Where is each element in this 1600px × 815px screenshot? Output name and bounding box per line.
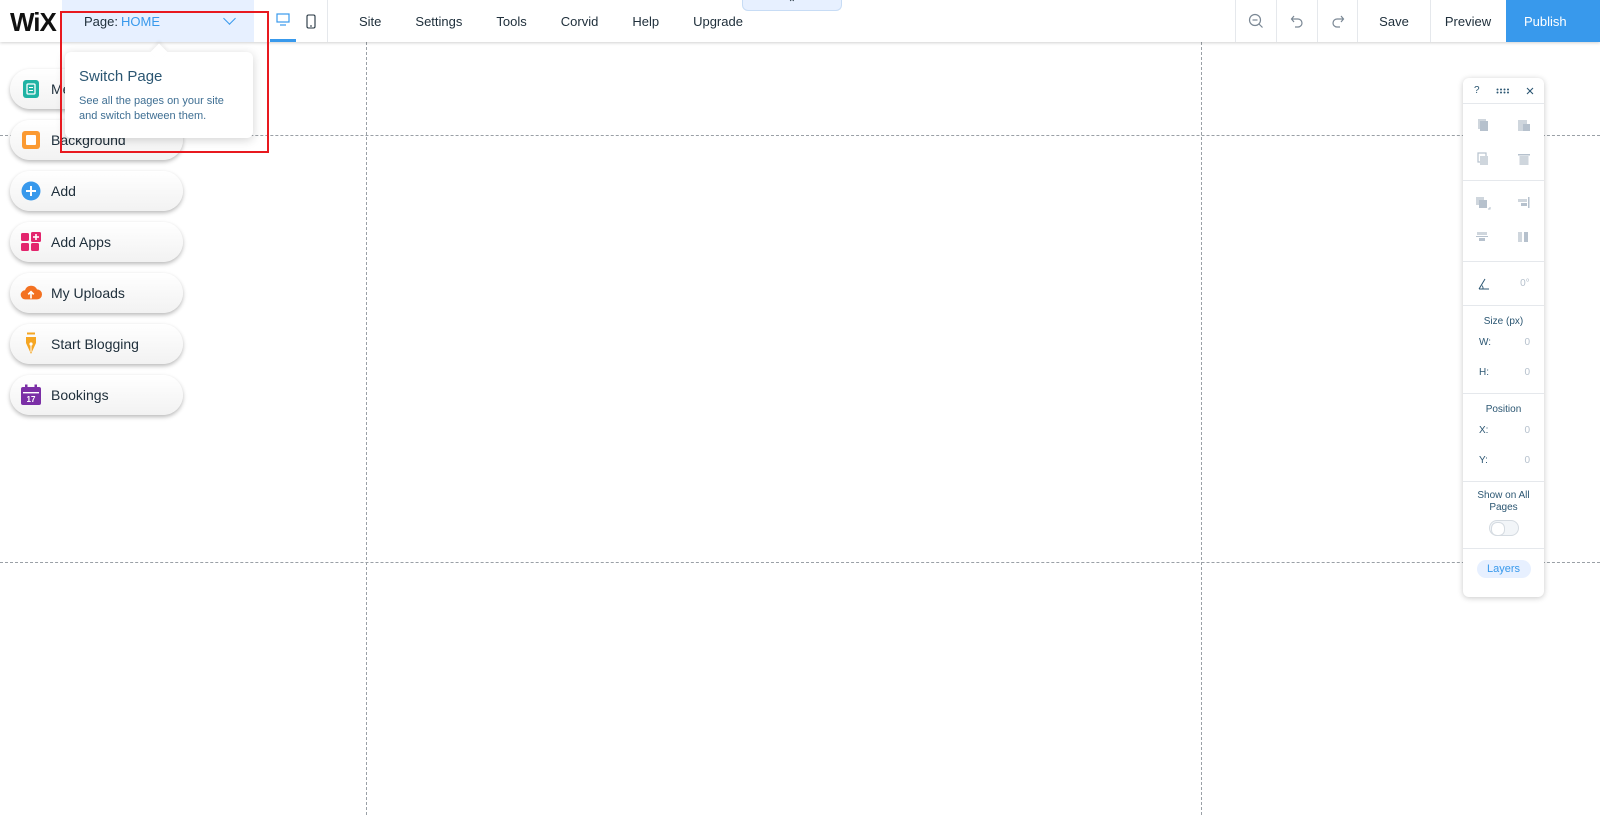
page-selector-label: Page: [84, 13, 118, 29]
svg-text:17: 17 [27, 395, 36, 404]
calendar-icon: 17 [20, 384, 42, 406]
show-all-pages-label: Show on All Pages [1477, 490, 1530, 513]
clipboard-section [1463, 104, 1544, 181]
desktop-icon [276, 13, 290, 26]
pen-nib-icon [20, 332, 42, 355]
paste-icon[interactable] [1517, 118, 1531, 132]
drag-handle-icon[interactable] [1496, 88, 1510, 94]
background-icon [20, 129, 42, 151]
upload-cloud-icon [20, 282, 42, 304]
pages-icon [20, 78, 42, 100]
left-panel-start-blogging-button[interactable]: Start Blogging [10, 324, 183, 364]
close-icon[interactable] [1526, 87, 1534, 95]
rotation-value[interactable]: 0° [1520, 278, 1530, 289]
show-all-pages-toggle[interactable] [1488, 520, 1519, 536]
divider [327, 0, 328, 42]
help-icon[interactable]: ? [1474, 85, 1480, 96]
x-value[interactable]: 0 [1524, 425, 1530, 436]
left-panel-label: Bookings [51, 387, 109, 403]
x-field[interactable]: X: 0 [1463, 415, 1544, 445]
apps-icon [20, 231, 42, 253]
position-section: Position X: 0 Y: 0 [1463, 394, 1544, 482]
redo-icon [1332, 15, 1345, 28]
tooltip-body: See all the pages on your site and switc… [79, 95, 224, 122]
menu-item-site[interactable]: Site [342, 14, 398, 29]
right-toolbar: ? 0° Size (px) W: 0 H: 0 Position X: 0 Y… [1463, 78, 1544, 597]
switch-page-tooltip: Switch Page See all the pages on your si… [65, 52, 253, 138]
desktop-view-button[interactable] [270, 0, 296, 42]
trash-icon[interactable] [1517, 152, 1531, 166]
menu-item-upgrade[interactable]: Upgrade [676, 14, 760, 29]
page-selector-value: HOME [120, 13, 160, 29]
top-bar: WiX Page: HOME Site Settings Tools Corvi… [0, 0, 1600, 42]
right-toolbar-header: ? [1463, 78, 1544, 104]
add-icon [20, 180, 42, 202]
chevron-down-icon [223, 12, 236, 25]
arrange-icon[interactable] [1475, 196, 1491, 212]
undo-icon [1290, 15, 1303, 28]
mobile-icon [306, 13, 316, 29]
collapse-toolbar-tab[interactable]: ⌃ [742, 0, 842, 11]
footer-guide [0, 562, 1600, 563]
width-field[interactable]: W: 0 [1463, 327, 1544, 357]
left-panel-label: Start Blogging [51, 336, 139, 352]
x-label: X: [1479, 424, 1489, 436]
show-all-pages-section: Show on All Pages [1463, 482, 1544, 549]
menu-item-corvid[interactable]: Corvid [544, 14, 616, 29]
left-panel-my-uploads-button[interactable]: My Uploads [10, 273, 183, 313]
rotation-section: 0° [1463, 262, 1544, 306]
tooltip-title: Switch Page [79, 68, 163, 85]
match-size-icon[interactable] [1516, 230, 1532, 246]
rotate-icon[interactable] [1477, 277, 1491, 291]
preview-button[interactable]: Preview [1430, 0, 1506, 42]
zoom-out-button[interactable] [1236, 0, 1276, 42]
left-panel-add-apps-button[interactable]: Add Apps [10, 222, 183, 262]
y-label: Y: [1479, 454, 1488, 466]
save-button[interactable]: Save [1358, 0, 1430, 42]
left-panel-bookings-button[interactable]: 17 Bookings [10, 375, 183, 415]
height-value[interactable]: 0 [1524, 367, 1530, 378]
canvas-guide [366, 42, 367, 815]
mobile-view-button[interactable] [298, 0, 324, 42]
menu-item-help[interactable]: Help [615, 14, 676, 29]
position-label: Position [1485, 404, 1522, 415]
height-field[interactable]: H: 0 [1463, 357, 1544, 387]
duplicate-icon[interactable] [1476, 152, 1490, 166]
zoom-out-icon [1248, 13, 1263, 28]
canvas-guide [1201, 42, 1202, 815]
redo-button[interactable] [1318, 0, 1358, 42]
menu-item-settings[interactable]: Settings [398, 14, 479, 29]
size-label: Size (px) [1483, 316, 1524, 327]
width-label: W: [1479, 336, 1492, 348]
y-value[interactable]: 0 [1524, 455, 1530, 466]
left-panel-label: My Uploads [51, 285, 125, 301]
copy-icon[interactable] [1476, 118, 1490, 132]
distribute-icon[interactable] [1475, 230, 1491, 246]
align-icon[interactable] [1516, 196, 1532, 212]
size-section: Size (px) W: 0 H: 0 [1463, 306, 1544, 394]
arrange-section [1463, 181, 1544, 262]
height-label: H: [1479, 366, 1489, 378]
layers-button[interactable]: Layers [1476, 560, 1531, 578]
left-panel-label: Add Apps [51, 234, 111, 250]
undo-button[interactable] [1277, 0, 1317, 42]
main-menu: Site Settings Tools Corvid Help Upgrade [342, 0, 760, 42]
left-panel-add-button[interactable]: Add [10, 171, 183, 211]
menu-item-tools[interactable]: Tools [479, 14, 543, 29]
publish-button[interactable]: Publish [1506, 0, 1600, 42]
page-selector[interactable]: Page: HOME [62, 0, 254, 42]
y-field[interactable]: Y: 0 [1463, 445, 1544, 475]
left-panel-label: Add [51, 183, 76, 199]
width-value[interactable]: 0 [1524, 337, 1530, 348]
wix-logo: WiX [10, 7, 57, 37]
